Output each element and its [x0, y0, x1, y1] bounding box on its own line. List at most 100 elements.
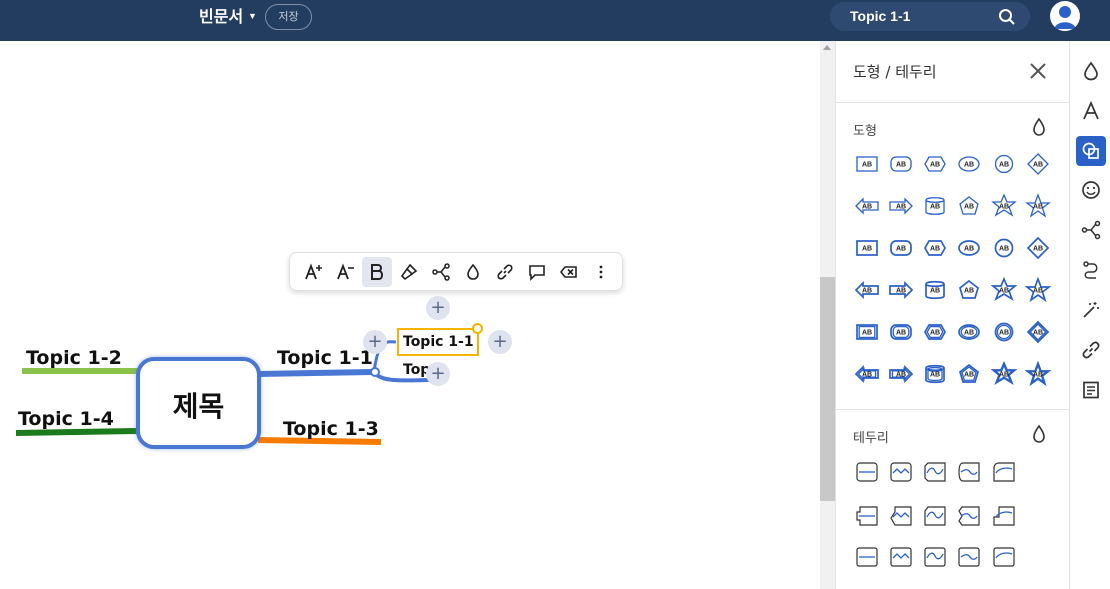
topic-1-2[interactable]: Topic 1-2 — [26, 347, 122, 369]
add-topic-left-button[interactable]: + — [363, 330, 387, 354]
shape-option[interactable]: AB — [888, 277, 914, 303]
shape-option[interactable]: AB — [991, 277, 1017, 303]
shape-option[interactable]: AB — [1025, 361, 1051, 387]
central-topic[interactable]: 제목 — [136, 357, 261, 449]
rail-notes-button[interactable] — [1076, 375, 1106, 405]
delete-button[interactable] — [554, 257, 584, 287]
shape-option[interactable]: AB — [922, 319, 948, 345]
shape-option[interactable]: AB — [1025, 235, 1051, 261]
shape-option[interactable]: AB — [1025, 277, 1051, 303]
search-icon[interactable] — [998, 8, 1016, 26]
shape-option[interactable]: AB — [922, 235, 948, 261]
shape-option[interactable]: AB — [1025, 193, 1051, 219]
topic-1-3[interactable]: Topic 1-3 — [283, 418, 379, 440]
shape-option[interactable]: AB — [991, 193, 1017, 219]
shape-option[interactable]: AB — [991, 151, 1017, 177]
border-option[interactable] — [922, 544, 948, 570]
rail-link-button[interactable] — [1076, 335, 1106, 365]
color-button[interactable] — [458, 257, 488, 287]
shape-option[interactable]: AB — [854, 235, 880, 261]
border-option[interactable] — [854, 459, 880, 485]
svg-text:AB: AB — [896, 330, 906, 337]
rail-shapes-button[interactable] — [1076, 136, 1106, 166]
shape-option[interactable]: AB — [956, 319, 982, 345]
shape-option[interactable]: AB — [922, 277, 948, 303]
shape-option[interactable]: AB — [1025, 151, 1051, 177]
rail-emoji-button[interactable] — [1076, 175, 1106, 205]
selected-topic[interactable]: Topic 1-1 — [397, 328, 479, 356]
shape-option[interactable]: AB — [956, 235, 982, 261]
shape-option[interactable]: AB — [991, 319, 1017, 345]
shape-option[interactable]: AB — [854, 151, 880, 177]
border-color-droplet-icon[interactable] — [1031, 424, 1047, 444]
more-button[interactable] — [586, 257, 616, 287]
shape-option[interactable]: AB — [888, 361, 914, 387]
add-topic-right-button[interactable]: + — [488, 330, 512, 354]
shape-option[interactable]: AB — [854, 277, 880, 303]
shape-option[interactable]: AB — [888, 235, 914, 261]
shape-option[interactable]: AB — [854, 319, 880, 345]
scroll-thumb[interactable] — [820, 277, 835, 501]
canvas-scrollbar[interactable] — [820, 41, 835, 589]
border-option[interactable] — [956, 503, 982, 529]
shape-option[interactable]: AB — [991, 361, 1017, 387]
border-option[interactable] — [888, 459, 914, 485]
shape-option[interactable]: AB — [888, 193, 914, 219]
search-box[interactable]: Topic 1-1 — [830, 2, 1030, 31]
save-button[interactable]: 저장 — [265, 4, 312, 30]
shape-option[interactable]: AB — [956, 361, 982, 387]
shape-option[interactable]: AB — [854, 193, 880, 219]
close-icon[interactable] — [1029, 62, 1047, 80]
rail-font-button[interactable] — [1076, 96, 1106, 126]
svg-text:AB: AB — [1033, 330, 1043, 337]
font-decrease-button[interactable] — [330, 257, 360, 287]
delete-icon — [560, 266, 577, 278]
add-topic-below-button[interactable]: + — [426, 362, 450, 386]
border-option[interactable] — [888, 544, 914, 570]
shape-option[interactable]: AB — [854, 361, 880, 387]
link-button[interactable] — [490, 257, 520, 287]
border-option[interactable] — [991, 544, 1017, 570]
shape-option[interactable]: AB — [922, 361, 948, 387]
resize-handle[interactable] — [472, 323, 483, 334]
shape-option[interactable]: AB — [888, 151, 914, 177]
border-option[interactable] — [991, 503, 1017, 529]
border-option[interactable] — [956, 544, 982, 570]
border-option[interactable] — [922, 503, 948, 529]
border-option[interactable] — [854, 544, 880, 570]
rail-color-button[interactable] — [1076, 56, 1106, 86]
topic-1-1[interactable]: Topic 1-1 — [277, 347, 373, 369]
shape-option[interactable]: AB — [956, 193, 982, 219]
font-increase-button[interactable] — [298, 257, 328, 287]
shape-option[interactable]: AB — [956, 277, 982, 303]
chevron-down-icon[interactable]: ▼ — [248, 11, 257, 21]
border-option[interactable] — [922, 459, 948, 485]
shape-option[interactable]: AB — [991, 235, 1017, 261]
shape-option[interactable]: AB — [922, 151, 948, 177]
connect-button[interactable] — [426, 257, 456, 287]
rail-branch-button[interactable] — [1076, 215, 1106, 245]
document-title[interactable]: 빈문서 — [199, 7, 243, 27]
user-icon — [1054, 6, 1076, 29]
avatar[interactable] — [1050, 1, 1080, 31]
rail-magic-button[interactable] — [1076, 295, 1106, 325]
border-option[interactable] — [991, 459, 1017, 485]
comment-button[interactable] — [522, 257, 552, 287]
shape-option[interactable]: AB — [1025, 319, 1051, 345]
mindmap-canvas[interactable]: Topic 1-2 Topic 1-4 Topic 1-1 Topic 1-3 … — [0, 41, 820, 589]
shape-option[interactable]: AB — [888, 319, 914, 345]
shape-option[interactable]: AB — [922, 193, 948, 219]
border-option[interactable] — [888, 503, 914, 529]
bold-button[interactable] — [362, 257, 392, 287]
topic-1-4[interactable]: Topic 1-4 — [18, 408, 114, 430]
shape-color-droplet-icon[interactable] — [1031, 117, 1047, 137]
shape-option[interactable]: AB — [956, 151, 982, 177]
add-topic-above-button[interactable]: + — [426, 296, 450, 320]
scroll-up-arrow[interactable] — [823, 45, 831, 50]
format-paint-button[interactable] — [394, 257, 424, 287]
search-input[interactable]: Topic 1-1 — [850, 8, 910, 24]
app-window: 빈문서 ▼ 저장 Topic 1-1 Topic 1-2 Topic 1-4 T… — [0, 0, 1110, 589]
border-option[interactable] — [854, 503, 880, 529]
border-option[interactable] — [956, 459, 982, 485]
rail-relation-button[interactable] — [1076, 255, 1106, 285]
